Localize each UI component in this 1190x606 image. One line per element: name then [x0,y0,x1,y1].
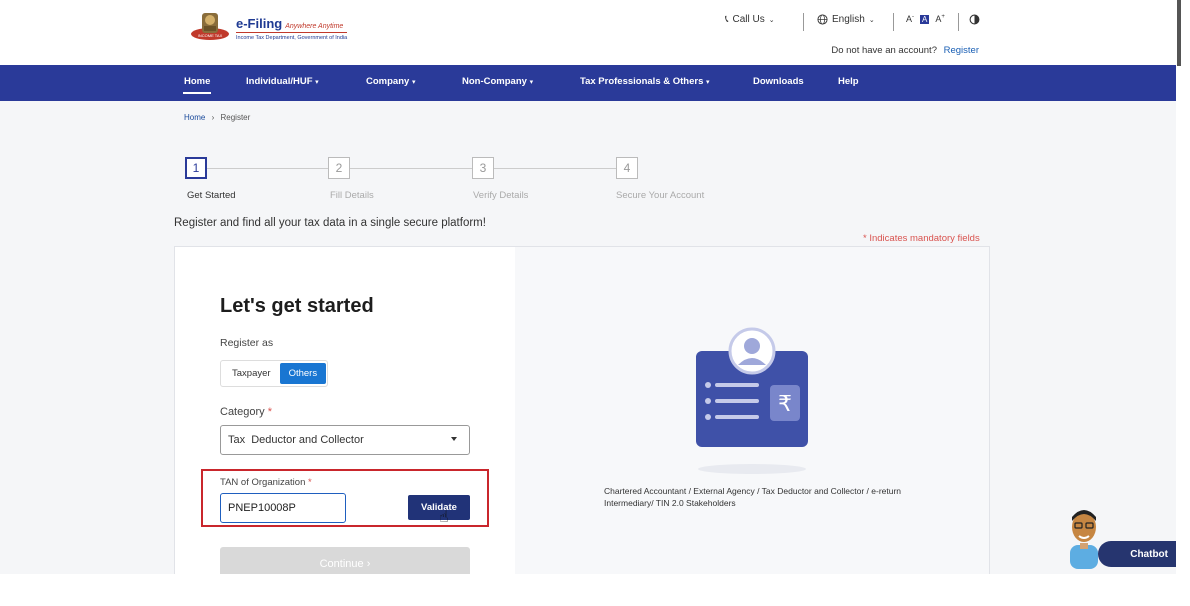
logo-title: e-Filing Anywhere Anytime [236,16,344,31]
svg-text:INCOME TAX: INCOME TAX [198,33,223,38]
form-title: Let's get started [220,295,374,317]
eligible-roles-text: Chartered Accountant / External Agency /… [604,486,902,508]
breadcrumb-current: Register [220,113,251,122]
efiling-logo[interactable]: INCOME TAX e-Filing Anywhere Anytime Inco… [190,10,360,46]
breadcrumb-separator: › [211,113,215,122]
nav-home[interactable]: Home [182,76,212,94]
chevron-down-icon: ⌄ [868,16,875,24]
nav-downloads[interactable]: Downloads [753,76,804,87]
step-2-label: Fill Details [330,190,374,201]
emblem-icon: INCOME TAX [191,13,229,40]
step-4-label: Secure Your Account [616,190,705,201]
chevron-down-icon: ▾ [706,79,710,86]
language-label: English [832,14,865,25]
chatbot-label[interactable]: Chatbot [1098,541,1176,567]
step-3-label: Verify Details [473,190,529,201]
chatbot-avatar-icon [1070,510,1098,569]
nav-company[interactable]: Company ▾ [366,76,415,87]
divider [893,13,894,31]
registration-stepper: 1 2 3 4 Get Started Fill Details Verify … [185,157,715,203]
account-prompt: Do not have an account? Register [831,45,979,56]
form-panel: Let's get started Register as Taxpayer O… [175,247,515,585]
step-connector [350,168,472,169]
category-selected-value: Tax Deductor and Collector [228,434,364,446]
increase-font-button[interactable]: A+ [935,14,945,24]
chatbot-widget[interactable]: Chatbot [1062,505,1176,569]
caret-down-icon [451,437,457,441]
globe-icon [817,14,828,25]
tan-label: TAN of Organization * [220,477,312,488]
category-label: Category * [220,406,272,418]
register-as-toggle: Taxpayer Others [220,360,328,387]
step-connector [207,168,328,169]
mandatory-note: * Indicates mandatory fields [863,233,980,244]
scrollbar-thumb[interactable] [1177,0,1181,66]
contrast-icon [969,14,980,25]
breadcrumb-home[interactable]: Home [184,113,205,122]
step-connector [494,168,616,169]
step-1-label: Get Started [187,190,236,201]
chevron-down-icon: ▾ [315,79,319,86]
step-3-box: 3 [472,157,494,179]
call-us-label: Call Us [732,14,765,25]
phone-icon: 📞︎ [725,14,729,25]
register-link[interactable]: Register [944,45,979,56]
chevron-down-icon: ▾ [529,79,534,86]
scrollbar[interactable] [1176,0,1190,574]
svg-text:₹: ₹ [778,392,792,417]
contrast-toggle[interactable] [969,14,980,25]
chevron-down-icon: ▾ [411,79,416,86]
nav-tax-professionals[interactable]: Tax Professionals & Others ▾ [580,76,710,87]
main-nav: Home Individual/HUF ▾ Company ▾ Non-Comp… [0,65,1176,101]
font-size-controls: A- A A+ [906,14,945,24]
asterisk: * [863,233,867,244]
no-account-text: Do not have an account? [831,45,937,56]
id-card-illustration: ₹ [696,327,808,474]
tan-input[interactable] [220,493,346,523]
decrease-font-button[interactable]: A- [906,14,914,24]
breadcrumb: Home › Register [184,113,250,122]
register-as-label: Register as [220,337,274,349]
category-select[interactable]: Tax Deductor and Collector [220,425,470,455]
nav-non-company[interactable]: Non-Company ▾ [462,76,533,87]
top-header: INCOME TAX e-Filing Anywhere Anytime Inco… [0,0,1176,65]
step-2-box: 2 [328,157,350,179]
bottom-strip [0,574,1190,606]
normal-font-button[interactable]: A [920,14,930,24]
divider [958,13,959,31]
call-us-menu[interactable]: 📞︎ Call Us ⌄ [725,14,775,25]
logo-tagline: Anywhere Anytime [285,23,344,30]
register-page: Home › Register 1 2 3 4 Get Started Fill… [0,101,1176,586]
page-tagline: Register and find all your tax data in a… [174,217,486,229]
nav-help[interactable]: Help [838,76,859,87]
registration-card: Let's get started Register as Taxpayer O… [174,246,990,586]
nav-individual-huf[interactable]: Individual/HUF ▾ [246,76,319,87]
divider [803,13,804,31]
language-selector[interactable]: English ⌄ [817,14,875,25]
toggle-others[interactable]: Others [279,363,327,384]
logo-subtitle: Income Tax Department, Government of Ind… [236,32,348,41]
hand-cursor-icon: ☝︎ [439,509,449,526]
chevron-down-icon: ⌄ [768,16,775,24]
toggle-taxpayer[interactable]: Taxpayer [223,363,280,384]
step-1-box: 1 [185,157,207,179]
step-4-box: 4 [616,157,638,179]
